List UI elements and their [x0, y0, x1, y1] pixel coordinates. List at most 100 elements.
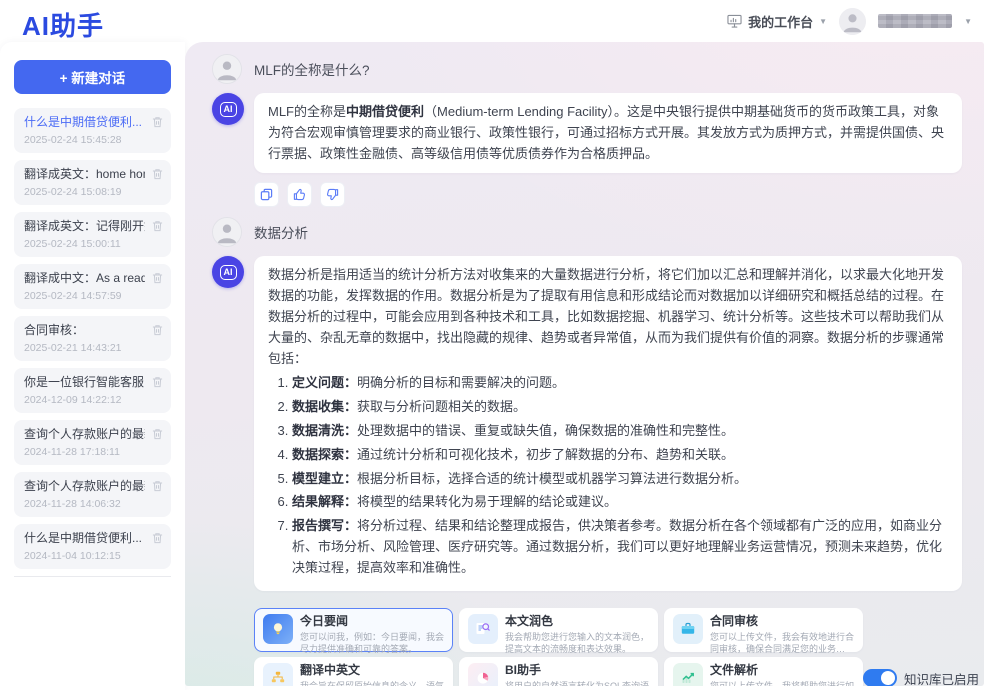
history-time: 2024-11-28 14:06:32: [24, 497, 145, 511]
history-item[interactable]: 什么是中期借贷便利... 2024-11-04 10:12:15: [14, 524, 171, 569]
history-title: 合同审核：: [24, 322, 145, 338]
sitemap-icon: [263, 663, 293, 686]
history-time: 2025-02-24 15:45:28: [24, 133, 145, 147]
knowledge-base-toggle-group: 知识库已启用: [863, 669, 979, 686]
card-title: 今日要闻: [300, 614, 444, 629]
ai-text: MLF的全称是: [268, 104, 346, 119]
history-title: 翻译成英文：home home: [24, 166, 145, 182]
card-text-polish[interactable]: 本文润色 我会帮助您进行您输入的文本润色，提高文本的流畅度和表达效果。: [459, 608, 658, 652]
card-desc: 您可以上传文件，我会有效地进行合同审核，确保合同满足您的业务需求。: [710, 631, 854, 655]
card-title: 本文润色: [505, 614, 649, 629]
user-message: MLF的全称是什么?: [212, 54, 962, 84]
delete-icon[interactable]: [152, 479, 163, 497]
card-title: 翻译中英文: [300, 663, 444, 678]
history-title: 翻译成中文：As a reader...: [24, 270, 145, 286]
delete-icon[interactable]: [152, 219, 163, 237]
card-title: BI助手: [505, 663, 649, 678]
history-item[interactable]: 你是一位银行智能客服，... 2024-12-09 14:22:12: [14, 368, 171, 413]
card-title: 合同审核: [710, 614, 854, 629]
list-item: 定义问题：明确分析的目标和需要解决的问题。: [292, 373, 948, 394]
history-time: 2024-12-09 14:22:12: [24, 393, 145, 407]
card-desc: 将用户的自然语言转化为SQL查询语句，并直接与数据库进行交互，返回智能推荐的图表…: [505, 680, 649, 686]
analysis-steps-list: 定义问题：明确分析的目标和需要解决的问题。 数据收集：获取与分析问题相关的数据。…: [268, 373, 948, 578]
history-item[interactable]: 查询个人存款账户的最新... 2024-11-28 14:06:32: [14, 472, 171, 517]
knowledge-base-label: 知识库已启用: [904, 669, 979, 686]
card-daily-news[interactable]: 今日要闻 您可以问我，例如：今日要闻，我会尽力提供准确和可靠的答案。: [254, 608, 453, 652]
history-item[interactable]: 翻译成英文：home home 2025-02-24 15:08:19: [14, 160, 171, 205]
monitor-icon: [727, 14, 742, 28]
chat-panel: MLF的全称是什么? AI MLF的全称是中期借贷便利（Medium-term …: [185, 42, 984, 686]
pie-chart-icon: [468, 663, 498, 686]
list-item: 数据收集：获取与分析问题相关的数据。: [292, 397, 948, 418]
delete-icon[interactable]: [152, 427, 163, 445]
history-title: 你是一位银行智能客服，...: [24, 374, 145, 390]
history-time: 2024-11-28 17:18:11: [24, 445, 145, 459]
delete-icon[interactable]: [152, 375, 163, 393]
history-item[interactable]: 翻译成英文：记得刚开始... 2025-02-24 15:00:11: [14, 212, 171, 257]
user-message: 数据分析: [212, 217, 962, 247]
chevron-down-icon[interactable]: ▼: [964, 17, 972, 26]
ai-message: AI MLF的全称是中期借贷便利（Medium-term Lending Fac…: [212, 93, 962, 173]
history-item[interactable]: 翻译成中文：As a reader... 2025-02-24 14:57:59: [14, 264, 171, 309]
history-title: 查询个人存款账户的最新...: [24, 478, 145, 494]
thumbs-down-button[interactable]: [320, 182, 345, 207]
sidebar-divider: [14, 576, 171, 577]
history-title: 查询个人存款账户的最新...: [24, 426, 145, 442]
user-message-text: 数据分析: [254, 222, 308, 242]
toggle-knob: [881, 671, 895, 685]
history-time: 2025-02-24 14:57:59: [24, 289, 145, 303]
ai-message-bubble: 数据分析是指用适当的统计分析方法对收集来的大量数据进行分析，将它们加以汇总和理解…: [254, 256, 962, 590]
ai-avatar: AI: [212, 256, 244, 288]
knowledge-base-toggle[interactable]: [863, 669, 897, 686]
delete-icon[interactable]: [152, 531, 163, 549]
list-item: 报告撰写：将分析过程、结果和结论整理成报告，供决策者参考。数据分析在各个领域都有…: [292, 516, 948, 578]
history-title: 什么是中期借贷便利...: [24, 114, 145, 130]
card-desc: 您可以问我，例如：今日要闻，我会尽力提供准确和可靠的答案。: [300, 631, 444, 655]
history-time: 2024-11-04 10:12:15: [24, 549, 145, 563]
history-time: 2025-02-24 15:00:11: [24, 237, 145, 251]
thumbs-up-button[interactable]: [287, 182, 312, 207]
card-desc: 您可以上传文件，我将帮助您进行如数据处理、信息检索、自动化办公等。: [710, 680, 854, 686]
card-bi-assistant[interactable]: BI助手 将用户的自然语言转化为SQL查询语句，并直接与数据库进行交互，返回智能…: [459, 657, 658, 686]
list-item: 模型建立：根据分析目标，选择合适的统计模型或机器学习算法进行数据分析。: [292, 469, 948, 490]
user-avatar[interactable]: [839, 8, 866, 35]
history-title: 什么是中期借贷便利...: [24, 530, 145, 546]
quick-actions: 今日要闻 您可以问我，例如：今日要闻，我会尽力提供准确和可靠的答案。 本文润色 …: [254, 608, 962, 686]
new-chat-button[interactable]: + 新建对话: [14, 60, 171, 94]
delete-icon[interactable]: [152, 323, 163, 341]
workspace-menu[interactable]: 我的工作台 ▼: [727, 12, 827, 31]
top-header: AI助手 我的工作台 ▼ ▼: [0, 0, 990, 42]
trend-chart-icon: [673, 663, 703, 686]
card-translate[interactable]: 翻译中英文 我会旨在保留原始信息的含义、语气和风格，以确保翻译的准确性和自然流畅…: [254, 657, 453, 686]
card-desc: 我会帮助您进行您输入的文本润色，提高文本的流畅度和表达效果。: [505, 631, 649, 655]
copy-button[interactable]: [254, 182, 279, 207]
ai-avatar-label: AI: [220, 265, 237, 280]
list-item: 数据清洗：处理数据中的错误、重复或缺失值，确保数据的准确性和完整性。: [292, 421, 948, 442]
card-file-parsing[interactable]: 文件解析 您可以上传文件，我将帮助您进行如数据处理、信息检索、自动化办公等。: [664, 657, 863, 686]
history-item[interactable]: 合同审核： 2025-02-21 14:43:21: [14, 316, 171, 361]
chevron-down-icon: ▼: [819, 17, 827, 26]
history-item[interactable]: 查询个人存款账户的最新... 2024-11-28 17:18:11: [14, 420, 171, 465]
card-desc: 我会旨在保留原始信息的含义、语气和风格，以确保翻译的准确性和自然流畅。: [300, 680, 444, 686]
delete-icon[interactable]: [152, 271, 163, 289]
delete-icon[interactable]: [152, 115, 163, 133]
message-actions: [254, 182, 962, 207]
history-time: 2025-02-24 15:08:19: [24, 185, 145, 199]
feature-cards: 今日要闻 您可以问我，例如：今日要闻，我会尽力提供准确和可靠的答案。 本文润色 …: [254, 608, 863, 686]
ai-text: 数据分析是指用适当的统计分析方法对收集来的大量数据进行分析，将它们加以汇总和理解…: [268, 267, 944, 365]
sidebar: + 新建对话 什么是中期借贷便利... 2025-02-24 15:45:28 …: [0, 42, 185, 690]
delete-icon[interactable]: [152, 167, 163, 185]
history-title: 翻译成英文：记得刚开始...: [24, 218, 145, 234]
document-search-icon: [468, 614, 498, 644]
history-time: 2025-02-21 14:43:21: [24, 341, 145, 355]
user-avatar: [212, 54, 242, 84]
app-logo: AI助手: [22, 6, 104, 43]
briefcase-icon: [673, 614, 703, 644]
card-contract-review[interactable]: 合同审核 您可以上传文件，我会有效地进行合同审核，确保合同满足您的业务需求。: [664, 608, 863, 652]
ai-message: AI 数据分析是指用适当的统计分析方法对收集来的大量数据进行分析，将它们加以汇总…: [212, 256, 962, 590]
workspace-label: 我的工作台: [748, 12, 813, 31]
username-redacted: [878, 14, 952, 28]
history-item[interactable]: 什么是中期借贷便利... 2025-02-24 15:45:28: [14, 108, 171, 153]
bulb-icon: [263, 614, 293, 644]
user-message-text: MLF的全称是什么?: [254, 59, 370, 79]
